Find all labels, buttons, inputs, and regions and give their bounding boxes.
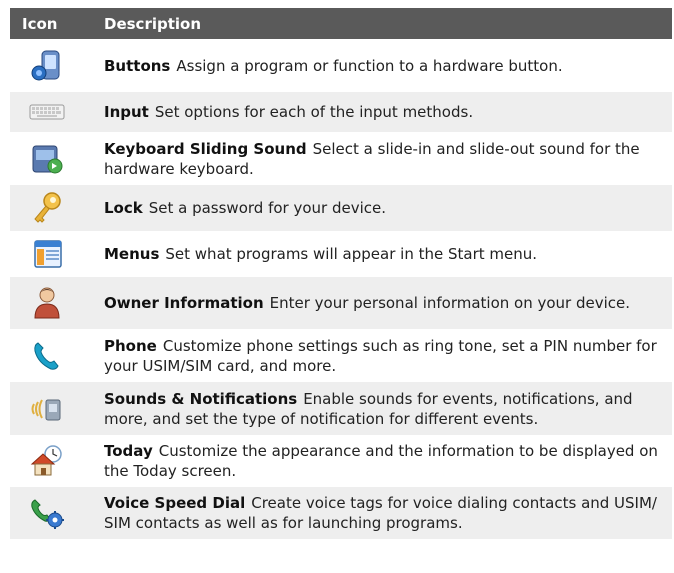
header-icon-col: Icon	[22, 14, 58, 33]
row-title: Phone	[104, 336, 157, 355]
table-row: Voice Speed Dial Create voice tags for vo…	[10, 487, 672, 539]
row-title: Sounds & Notifications	[104, 389, 298, 408]
row-description: Enter your personal information on your …	[269, 294, 631, 312]
keyboard-sound-icon	[32, 145, 63, 173]
header-description-col: Description	[104, 14, 202, 33]
row-description: Set a password for your device.	[148, 199, 387, 217]
table-row: Buttons Assign a program or function to a…	[10, 39, 672, 92]
table-row: Phone Customize phone settings such as ri…	[10, 329, 672, 382]
table-row: Lock Set a password for your device.	[10, 185, 672, 231]
row-title: Input	[104, 103, 149, 121]
home-clock-icon	[30, 445, 62, 476]
table-row: Keyboard Sliding Sound Select a slide-in …	[10, 132, 672, 185]
table-header: Icon Description	[10, 8, 672, 39]
keyboard-icon	[29, 104, 65, 120]
row-title: Voice Speed Dial	[104, 494, 246, 512]
phone-button-icon	[31, 50, 60, 80]
key-icon	[34, 192, 61, 223]
row-description: Set options for each of the input method…	[154, 103, 474, 121]
phone-handset-icon	[34, 341, 59, 370]
row-description: Assign a program or function to a hardwa…	[176, 56, 563, 75]
menu-window-icon	[34, 240, 62, 268]
settings-table: Icon Description Buttons Assign a program…	[10, 8, 672, 539]
row-title: Lock	[104, 199, 143, 217]
table-row: Input Set options for each of the input m…	[10, 92, 672, 132]
voice-dial-gear-icon	[31, 499, 64, 529]
sound-notification-icon	[31, 399, 61, 420]
row-title: Menus	[104, 245, 160, 263]
row-description: Customize the appearance and the informa…	[104, 442, 658, 480]
table-row: Today Customize the appearance and the in…	[10, 435, 672, 487]
table-row: Owner Information Enter your personal inf…	[10, 277, 672, 329]
row-title: Owner Information	[104, 294, 264, 312]
row-title: Keyboard Sliding Sound	[104, 139, 307, 158]
row-title: Buttons	[104, 56, 171, 75]
table-row: Menus Set what programs will appear in th…	[10, 231, 672, 277]
row-description: Customize phone settings such as ring to…	[104, 336, 657, 375]
person-icon	[34, 287, 60, 319]
row-title: Today	[104, 442, 153, 460]
table-row: Sounds & Notifications Enable sounds for …	[10, 382, 672, 435]
row-description: Set what programs will appear in the Sta…	[165, 245, 538, 263]
